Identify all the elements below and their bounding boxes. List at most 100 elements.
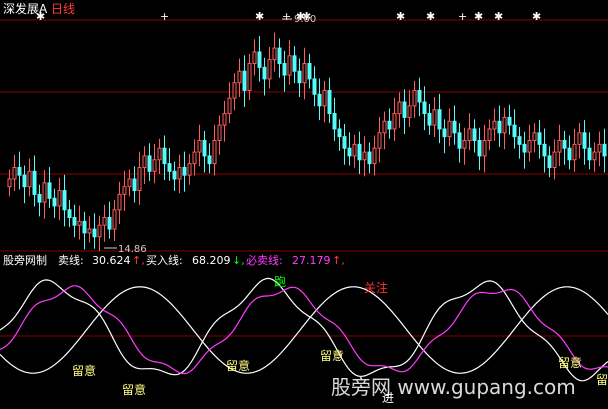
candle-body <box>237 70 242 84</box>
candle-body <box>372 147 377 165</box>
candle-body <box>377 132 382 149</box>
signal-marker: + <box>458 10 467 23</box>
candle-body <box>192 151 197 165</box>
candle-body <box>402 101 407 118</box>
legend-mustsell-arrow: ↑, <box>332 254 345 267</box>
candle-body <box>462 140 467 149</box>
legend-buy-arrow: ↓, <box>232 254 245 267</box>
signal-marker: ✱ <box>396 10 405 23</box>
legend-mustsell-label: 必卖线: <box>246 253 283 267</box>
candle-body <box>472 128 477 142</box>
candle-body <box>542 143 547 157</box>
candle-body <box>117 193 122 211</box>
candle-body <box>287 55 292 76</box>
candle-body <box>62 190 67 211</box>
candle-body <box>507 116 512 126</box>
candle-body <box>387 120 392 130</box>
candle-body <box>452 120 457 134</box>
candle-body <box>482 140 487 157</box>
candle-body <box>547 155 552 168</box>
candle-body <box>132 178 137 192</box>
oscillator-annotation: 跑 <box>274 275 286 289</box>
candle-body <box>352 143 357 157</box>
candle-body <box>257 51 262 68</box>
candle-body <box>497 120 502 134</box>
candle-body <box>582 132 587 149</box>
candle-body <box>337 128 342 138</box>
stock-chart: ✱+✱+✱✱✱✱+✱✱✱ 留意留意留意留意留意留意跑关注进 深发展A 日线 9.… <box>0 1 608 405</box>
legend-sell-label: 卖线: <box>58 253 84 267</box>
candle-body <box>527 140 532 153</box>
candle-body <box>572 143 577 161</box>
signal-markers: ✱ + ✱ + ✱✱ ✱ ✱ + ✱ ✱ ✱ <box>36 10 541 23</box>
indicator-title: 股旁网制 <box>3 253 47 267</box>
candle-body <box>492 120 497 130</box>
candle-body <box>7 178 12 188</box>
candle-body <box>27 170 32 188</box>
candle-body <box>392 113 397 130</box>
candle-body <box>72 217 77 226</box>
candle-body <box>262 66 267 80</box>
candle-body <box>517 136 522 145</box>
candle-body <box>112 209 117 230</box>
candle-body <box>557 140 562 153</box>
candle-body <box>77 220 82 226</box>
candle-body <box>137 166 142 192</box>
candle-body <box>172 170 177 180</box>
candle-body <box>342 136 347 149</box>
candle-body <box>362 151 367 161</box>
candle-body <box>567 147 572 161</box>
candle-body <box>272 47 277 61</box>
candle-body <box>187 163 192 176</box>
candle-body <box>322 89 327 107</box>
candle-body <box>197 140 202 153</box>
stock-title: 深发展A <box>3 1 48 16</box>
legend-mustsell-value: 27.179 <box>292 254 331 267</box>
candle-body <box>32 170 37 195</box>
candle-body <box>317 93 322 107</box>
candlestick-series <box>7 32 607 252</box>
signal-marker: ✱ <box>474 10 483 23</box>
candle-body <box>177 166 182 180</box>
chart-window: ✱+✱+✱✱✱✱+✱✱✱ 留意留意留意留意留意留意跑关注进 深发展A 日线 9.… <box>0 0 608 409</box>
candle-body <box>167 163 172 172</box>
candle-body <box>107 217 112 230</box>
candle-body <box>327 89 332 115</box>
candle-body <box>447 120 452 138</box>
candle-body <box>537 132 542 145</box>
signal-marker: ✱ <box>255 10 264 23</box>
candle-body <box>157 147 162 161</box>
candle-body <box>52 197 57 207</box>
candle-body <box>47 182 52 199</box>
candle-body <box>292 55 297 72</box>
candle-body <box>277 47 282 65</box>
candle-body <box>247 63 252 91</box>
candle-body <box>332 113 337 130</box>
candle-body <box>597 143 602 153</box>
oscillator-annotation: 留意 <box>122 382 146 397</box>
signal-marker: ✱ <box>494 10 503 23</box>
candle-body <box>282 63 287 76</box>
candle-body <box>397 101 402 115</box>
candle-body <box>577 132 582 145</box>
candle-body <box>467 128 472 142</box>
legend-sell-arrow: ↑, <box>132 254 145 267</box>
signal-marker: ✱ <box>532 10 541 23</box>
candle-body <box>232 82 237 99</box>
candle-body <box>127 178 132 188</box>
candle-body <box>522 143 527 153</box>
oscillator-annotation: 留意 <box>72 363 96 378</box>
watermark-text: 股旁网 www.gupang.com <box>331 375 576 399</box>
signal-marker: ✱ <box>426 10 435 23</box>
oscillator-annotation: 关注 <box>364 280 388 295</box>
candle-body <box>347 147 352 157</box>
candle-body <box>382 120 387 134</box>
candle-body <box>242 70 247 91</box>
candle-body <box>57 190 62 207</box>
candle-body <box>202 140 207 157</box>
candle-body <box>442 128 447 138</box>
candle-body <box>532 132 537 142</box>
legend-buy-value: 68.209 <box>192 254 231 267</box>
candle-body <box>437 109 442 130</box>
candle-body <box>417 89 422 103</box>
